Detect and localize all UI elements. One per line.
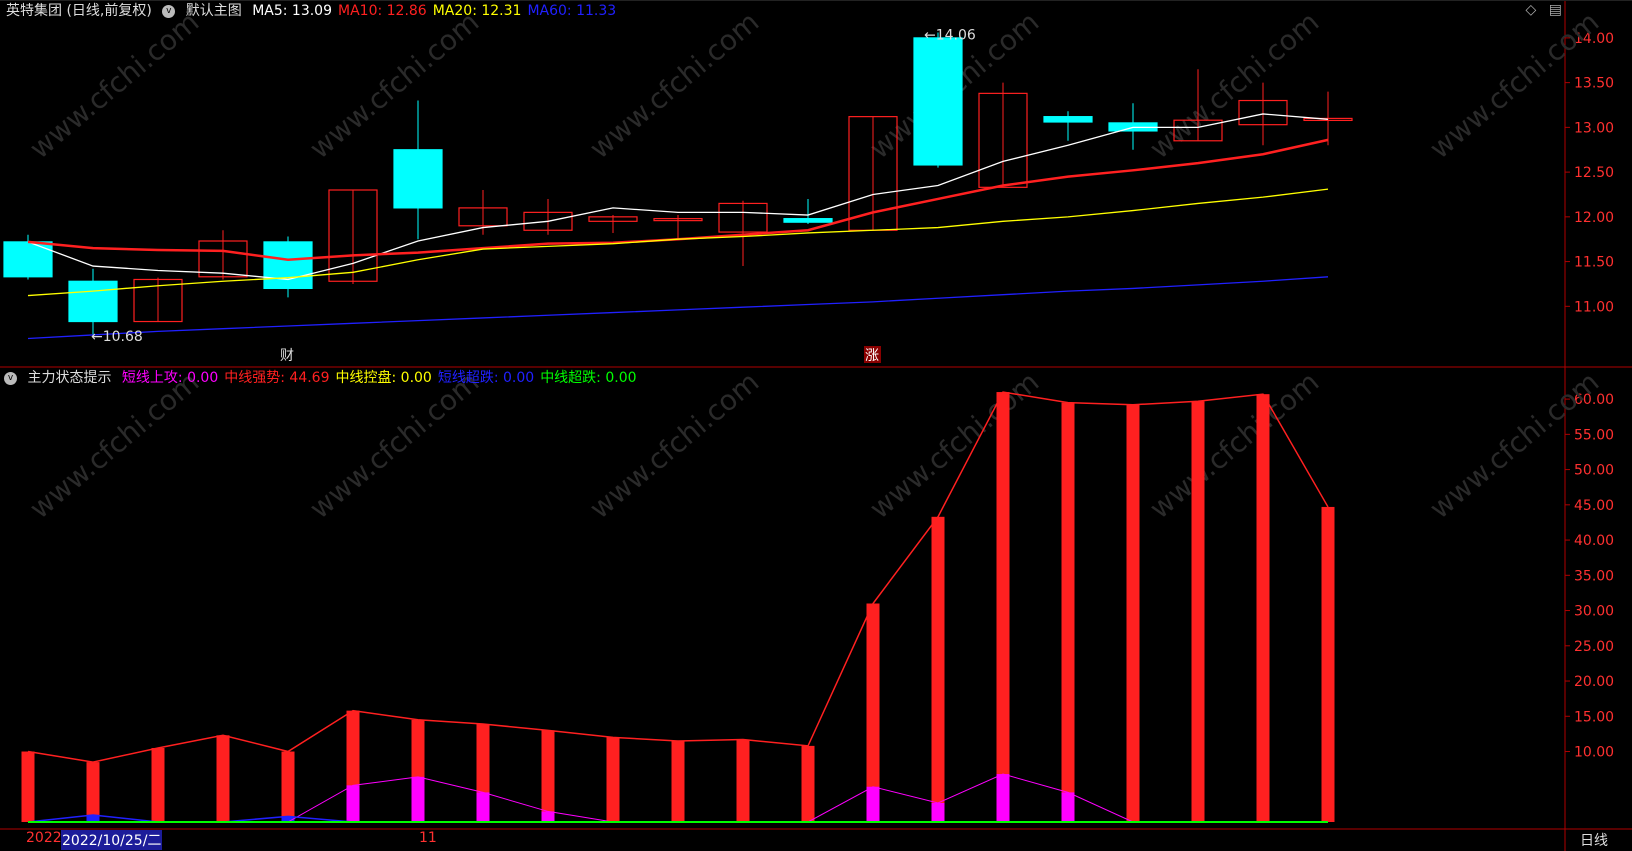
price-tick-label: 11.00 — [1574, 299, 1614, 315]
candle-body — [393, 149, 443, 209]
watermark-text: www.cfchi.com — [1143, 365, 1325, 525]
strong-bar — [801, 745, 815, 822]
strong-bar — [1256, 394, 1270, 822]
watermark-text: www.cfchi.com — [23, 365, 205, 525]
indicator-title[interactable]: 主力状态提示 — [27, 370, 111, 386]
strong-bar — [151, 747, 165, 822]
candle-body — [263, 241, 313, 290]
panel-toggle-icon[interactable]: ▤ — [1549, 2, 1562, 18]
indicator-tick-label: 30.00 — [1574, 604, 1614, 620]
footer-year: 2022 — [26, 830, 62, 846]
strong-bar — [931, 516, 945, 822]
period-label[interactable]: 日线 — [1580, 830, 1608, 850]
strong-bar — [216, 735, 230, 822]
attack-bar — [476, 792, 490, 822]
indicator-tick-label: 40.00 — [1574, 533, 1614, 549]
candle-body — [1043, 116, 1093, 123]
strong-bar — [281, 751, 295, 822]
window-controls: ◇ ▤ — [1526, 2, 1562, 18]
low-marker: ←10.68 — [91, 329, 143, 345]
attack-bar — [411, 776, 425, 822]
watermark-text: www.cfchi.com — [583, 5, 765, 165]
strong-bar — [541, 730, 555, 822]
attack-bar — [541, 811, 555, 822]
indicator-legend: 短线上攻: 0.00 中线强势: 44.69 中线控盘: 0.00 短线超跌: 0.0… — [122, 370, 643, 386]
dropdown-icon[interactable]: v — [4, 371, 17, 385]
ma-line-ma60 — [27, 276, 1329, 340]
attack-bar — [931, 802, 945, 822]
indicator-tick-label: 55.00 — [1574, 427, 1614, 443]
indicator-tick-label: 25.00 — [1574, 639, 1614, 655]
strong-bar — [21, 751, 35, 822]
price-tick-label: 11.50 — [1574, 255, 1614, 271]
candle-body — [3, 241, 53, 278]
finance-marker: 财 — [280, 348, 294, 364]
ma-legend-item: MA5: 13.09 — [252, 3, 332, 19]
strong-bar — [671, 740, 685, 822]
indicator-legend-item: 短线超跌: 0.00 — [437, 370, 535, 386]
high-marker: ←14.06 — [924, 28, 976, 44]
indicator-tick-label: 35.00 — [1574, 568, 1614, 584]
watermark-text: www.cfchi.com — [303, 365, 485, 525]
strong-bar — [1191, 401, 1205, 822]
candle-body — [68, 280, 118, 323]
indicator-tick-label: 10.00 — [1574, 745, 1614, 761]
attack-bar — [866, 786, 880, 822]
dropdown-icon[interactable]: v — [162, 4, 176, 18]
indicator-tick-label: 15.00 — [1574, 709, 1614, 725]
strong-bar — [606, 737, 620, 822]
attack-bar — [1061, 792, 1075, 822]
strong-bar — [1061, 402, 1075, 822]
price-tick-label: 12.50 — [1574, 165, 1614, 181]
indicator-legend-item: 中线超跌: 0.00 — [540, 370, 637, 386]
strong-bar — [996, 392, 1010, 822]
stock-title[interactable]: 英特集团 (日线,前复权) — [6, 3, 152, 19]
price-tick-label: 13.00 — [1574, 120, 1614, 136]
indicator-tick-label: 45.00 — [1574, 498, 1614, 514]
ma-legend-item: MA10: 12.86 — [338, 3, 427, 19]
price-tick-label: 13.50 — [1574, 76, 1614, 92]
attack-bar — [346, 785, 360, 822]
watermark-text: www.cfchi.com — [863, 365, 1045, 525]
watermark-text: www.cfchi.com — [1143, 5, 1325, 165]
ma-legend: MA5: 13.09 MA10: 12.86 MA20: 12.31 MA60: 11… — [252, 3, 622, 19]
candle-body — [783, 218, 833, 223]
stock-chart-window: 14.00 13.50 13.00 12.50 12.00 11.50 11.00 60.00… — [0, 0, 1632, 851]
strong-bar — [86, 762, 100, 822]
indicator-header: v 主力状态提示 短线上攻: 0.00 中线强势: 44.69 中线控盘: 0.00… — [4, 367, 649, 387]
main-chart-header: 英特集团 (日线,前复权) v 默认主图 MA5: 13.09 MA10: 12.… — [6, 0, 628, 20]
strong-bar — [1321, 506, 1335, 822]
indicator-legend-item: 中线控盘: 0.00 — [335, 370, 432, 386]
indicator-tick-label: 20.00 — [1574, 674, 1614, 690]
indicator-legend-item: 中线强势: 44.69 — [224, 370, 330, 386]
strong-bar — [1126, 404, 1140, 822]
diamond-icon[interactable]: ◇ — [1526, 2, 1537, 18]
price-tick-label: 12.00 — [1574, 210, 1614, 226]
ma-legend-item: MA20: 12.31 — [432, 3, 522, 19]
chart-canvas[interactable]: 14.0013.5013.0012.5012.0011.5011.0060.00… — [0, 0, 1632, 851]
candle-body — [913, 37, 963, 166]
strong-bar — [736, 739, 750, 822]
footer-date: 2022/10/25/二 — [61, 830, 163, 850]
watermark-text: www.cfchi.com — [23, 5, 205, 165]
ma-legend-item: MA60: 11.33 — [527, 3, 617, 19]
template-name[interactable]: 默认主图 — [186, 3, 242, 19]
indicator-legend-item: 短线上攻: 0.00 — [121, 370, 219, 386]
watermark-text: www.cfchi.com — [303, 5, 485, 165]
indicator-tick-label: 50.00 — [1574, 463, 1614, 479]
rise-marker: 涨 — [865, 348, 879, 364]
watermark-text: www.cfchi.com — [583, 365, 765, 525]
footer-month: 11 — [419, 830, 437, 846]
attack-bar — [996, 774, 1010, 822]
